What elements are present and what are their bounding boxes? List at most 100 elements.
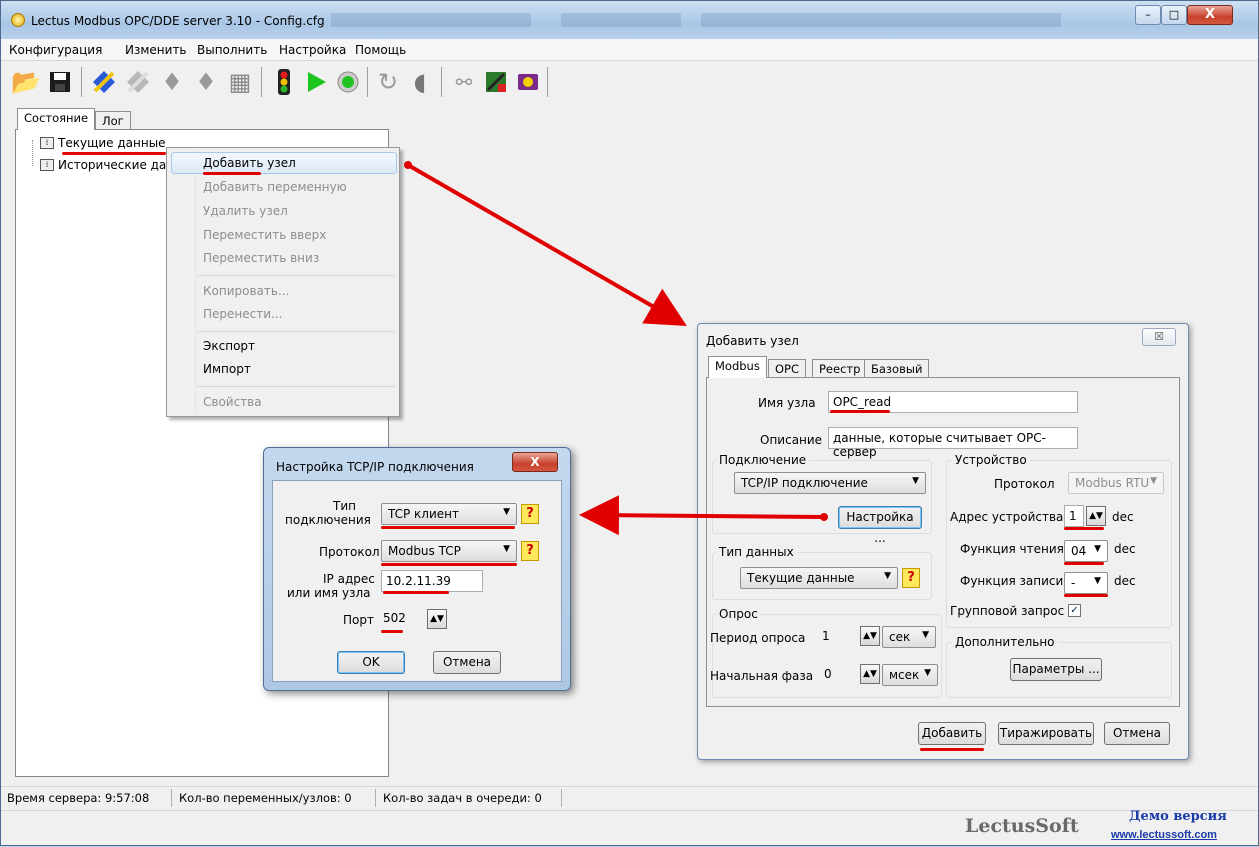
- tab-opc[interactable]: OPC: [768, 359, 807, 379]
- menu-item-add-node[interactable]: Добавить узел: [203, 156, 296, 170]
- menu-item-import[interactable]: Импорт: [203, 362, 251, 376]
- replicate-button[interactable]: Тиражировать: [998, 722, 1094, 745]
- spinner-icon[interactable]: ▲▼: [1086, 506, 1106, 526]
- extra-group-label: Дополнительно: [952, 635, 1058, 649]
- spinner-icon[interactable]: ▲▼: [860, 626, 880, 646]
- group-request-checkbox[interactable]: ✓: [1068, 604, 1081, 617]
- device-address-input[interactable]: 1: [1064, 505, 1084, 527]
- dialog-close-button[interactable]: X: [512, 452, 558, 472]
- menu-item-add-variable[interactable]: Добавить переменную: [203, 180, 347, 194]
- minimize-button[interactable]: –: [1135, 5, 1161, 25]
- red-underline: [1064, 527, 1104, 530]
- tree-line: [32, 140, 33, 166]
- close-button[interactable]: X: [1187, 5, 1233, 25]
- add-variable-icon[interactable]: [123, 67, 153, 97]
- tab-registry[interactable]: Реестр: [812, 359, 868, 379]
- node-name-label: Имя узла: [758, 396, 816, 410]
- toolbar-separator: [261, 67, 262, 97]
- poll-period-label: Период опроса: [710, 631, 806, 645]
- tree-item-history-data[interactable]: ⁞ Исторические да: [40, 158, 166, 172]
- traffic-light-icon[interactable]: [269, 67, 299, 97]
- tools-icon[interactable]: [481, 67, 511, 97]
- ip-address-input[interactable]: 10.2.11.39: [381, 570, 483, 592]
- tree-item-label: Текущие данные: [58, 136, 166, 150]
- toolbar: 📂 ♦ ♦ ▦ ↻ ◖ ⚯: [1, 61, 1258, 103]
- tab-modbus[interactable]: Modbus: [708, 356, 767, 378]
- tcp-protocol-label: Протокол: [319, 545, 380, 559]
- dec-label: dec: [1114, 542, 1136, 556]
- cancel-button[interactable]: Отмена: [433, 651, 501, 674]
- tree-item-current-data[interactable]: ⁞ Текущие данные: [40, 136, 166, 150]
- menu-item-move-down[interactable]: Переместить вниз: [203, 251, 319, 265]
- phase-unit-value: мсек: [889, 668, 920, 682]
- red-underline: [830, 410, 890, 413]
- help-icon[interactable]: ?: [521, 541, 539, 561]
- tcp-setup-button[interactable]: Настройка ...: [838, 506, 922, 545]
- menu-item-move-up[interactable]: Переместить вверх: [203, 228, 326, 242]
- copy-icon[interactable]: ▦: [225, 67, 255, 97]
- taskbar-ghost: [701, 13, 1061, 27]
- poll-unit-select[interactable]: сек ▼: [882, 626, 936, 648]
- polling-group-label: Опрос: [716, 607, 761, 621]
- menu-configuration[interactable]: Конфигурация: [9, 43, 102, 57]
- toolbar-separator: [367, 67, 368, 97]
- tab-log[interactable]: Лог: [95, 111, 131, 131]
- menu-item-delete-node[interactable]: Удалить узел: [203, 204, 288, 218]
- save-icon[interactable]: [45, 67, 75, 97]
- device-protocol-select[interactable]: Modbus RTU ▼: [1068, 472, 1164, 494]
- dialog-title: Настройка TCP/IP подключения: [276, 460, 474, 474]
- write-function-value: -: [1071, 576, 1076, 590]
- chevron-down-icon: ▼: [1150, 476, 1157, 486]
- ok-button[interactable]: OK: [337, 651, 405, 674]
- initial-phase-input[interactable]: 0: [820, 664, 860, 686]
- menu-item-copy[interactable]: Копировать...: [203, 284, 289, 298]
- tab-base[interactable]: Базовый: [864, 359, 930, 379]
- read-function-label: Функция чтения: [960, 542, 1064, 556]
- phase-unit-select[interactable]: мсек ▼: [882, 664, 938, 686]
- connection-icon[interactable]: ⚯: [449, 67, 479, 97]
- tab-status[interactable]: Состояние: [17, 108, 96, 130]
- red-underline: [1064, 562, 1104, 565]
- add-button[interactable]: Добавить: [918, 722, 986, 745]
- help-icon[interactable]: ?: [521, 504, 539, 524]
- move-down-icon[interactable]: ♦: [191, 67, 221, 97]
- menu-item-export[interactable]: Экспорт: [203, 339, 255, 353]
- menu-run[interactable]: Выполнить: [197, 43, 267, 57]
- connection-select[interactable]: TCP/IP подключение ▼: [734, 472, 926, 494]
- stop-icon[interactable]: [333, 67, 363, 97]
- menu-edit[interactable]: Изменить: [125, 43, 187, 57]
- pause-icon[interactable]: ◖: [405, 67, 435, 97]
- play-icon[interactable]: [301, 67, 331, 97]
- refresh-icon[interactable]: ↻: [373, 67, 403, 97]
- spinner-icon[interactable]: ▲▼: [427, 609, 447, 629]
- help-icon[interactable]: ?: [902, 568, 920, 588]
- dialog-close-button[interactable]: ☒: [1142, 328, 1176, 346]
- menu-help[interactable]: Помощь: [355, 43, 406, 57]
- add-node-icon[interactable]: [89, 67, 119, 97]
- menu-settings[interactable]: Настройка: [279, 43, 346, 57]
- conn-type-select[interactable]: TCP клиент ▼: [381, 503, 517, 525]
- protocol-label: Протокол: [994, 477, 1055, 491]
- group-request-label: Групповой запрос: [950, 604, 1065, 618]
- help-book-icon[interactable]: [513, 67, 543, 97]
- poll-period-input[interactable]: 1: [818, 626, 860, 648]
- datatype-select[interactable]: Текущие данные ▼: [740, 567, 898, 589]
- parameters-button[interactable]: Параметры ...: [1010, 658, 1102, 681]
- cancel-button[interactable]: Отмена: [1104, 722, 1170, 745]
- open-folder-icon[interactable]: 📂: [11, 67, 41, 97]
- menu-item-move[interactable]: Перенести...: [203, 307, 282, 321]
- spinner-icon[interactable]: ▲▼: [860, 664, 880, 684]
- write-function-select[interactable]: - ▼: [1064, 572, 1108, 594]
- description-input[interactable]: данные, которые считывает OPC-сервер: [828, 427, 1078, 459]
- read-function-select[interactable]: 04 ▼: [1064, 540, 1108, 562]
- move-up-icon[interactable]: ♦: [157, 67, 187, 97]
- conn-type-label: подключения: [285, 513, 371, 527]
- port-input[interactable]: 502: [379, 608, 425, 630]
- menu-bar: Конфигурация Изменить Выполнить Настройк…: [1, 39, 1258, 61]
- menu-item-properties[interactable]: Свойства: [203, 395, 262, 409]
- app-icon: [11, 13, 25, 27]
- maximize-button[interactable]: □: [1161, 5, 1187, 25]
- red-underline: [381, 563, 517, 566]
- tcp-protocol-select[interactable]: Modbus TCP ▼: [381, 540, 517, 562]
- website-link[interactable]: www.lectussoft.com: [1111, 829, 1217, 841]
